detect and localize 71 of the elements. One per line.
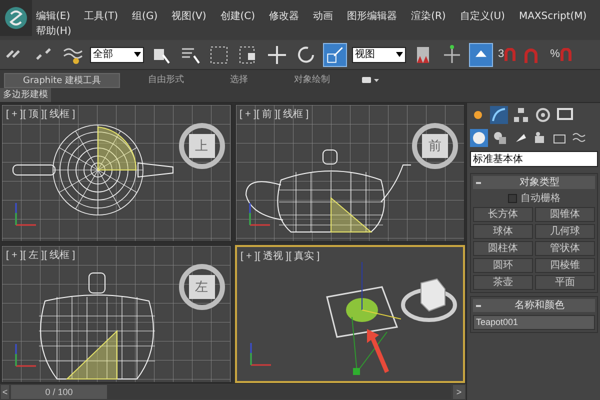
menu-item[interactable]: 组(G) xyxy=(132,9,158,24)
arrow-icon xyxy=(364,327,390,375)
category-dropdown[interactable]: 标准基本体 xyxy=(470,151,598,167)
rollout-header[interactable]: 名称和颜色 xyxy=(473,299,595,312)
angle-snap-control[interactable]: 3 xyxy=(498,46,516,63)
percent-snap-control[interactable]: % xyxy=(550,46,572,63)
menu-item[interactable]: 帮助(H) xyxy=(36,24,72,39)
app-logo[interactable] xyxy=(0,0,32,36)
viewport[interactable]: [ + ][ 顶 ][ 线框 ] 上 xyxy=(1,104,232,242)
caret-icon xyxy=(134,52,141,57)
sphere-icon[interactable] xyxy=(470,129,488,147)
object-type-button[interactable]: 球体 xyxy=(473,224,533,239)
menu-item[interactable]: 自定义(U) xyxy=(460,9,505,24)
object-type-button[interactable]: 圆锥体 xyxy=(535,207,595,222)
object-type-button[interactable]: 茶壶 xyxy=(473,275,533,290)
object-type-button[interactable]: 管状体 xyxy=(535,241,595,256)
ribbon-tab[interactable]: 对象绘制 xyxy=(276,73,348,88)
view-cube[interactable]: 左 xyxy=(178,264,224,310)
rollout-title: 对象类型 xyxy=(518,176,560,190)
menu-item[interactable]: 修改器 xyxy=(269,9,300,24)
object-type-button[interactable]: 几何球 xyxy=(535,224,595,239)
ribbon-tab[interactable]: 选择 xyxy=(212,73,266,88)
menu-item[interactable]: 图形编辑器 xyxy=(347,9,398,24)
checkbox-label: 自动栅格 xyxy=(520,192,560,206)
menu-item[interactable]: 渲染(R) xyxy=(411,9,446,24)
menu-item[interactable]: 创建(C) xyxy=(220,9,256,24)
motion-icon[interactable] xyxy=(534,106,552,124)
menu-item[interactable]: MAXScript(M) xyxy=(518,9,587,24)
reference-coordinate-dropdown[interactable]: 视图 xyxy=(352,46,406,62)
object-type-button[interactable]: 平面 xyxy=(535,275,595,290)
view-cube-face: 上 xyxy=(188,134,214,158)
view-cube[interactable]: 前 xyxy=(412,123,458,169)
selection-filter-dropdown[interactable]: 全部 xyxy=(90,46,144,62)
ribbon-tab[interactable]: Graphite 建模工具 xyxy=(4,73,120,88)
time-slider-thumb[interactable]: 0 / 100 xyxy=(11,385,107,399)
viewport[interactable]: [ + ][ 透视 ][ 真实 ] xyxy=(234,245,465,383)
viewport-label[interactable]: [ + ][ 顶 ][ 线框 ] xyxy=(6,107,76,122)
hierarchy-icon[interactable] xyxy=(512,106,530,124)
keyboard-shortcut-icon[interactable] xyxy=(469,42,493,66)
object-type-button[interactable]: 圆柱体 xyxy=(473,241,533,256)
shapes-icon[interactable] xyxy=(492,130,508,146)
view-cube[interactable]: 上 xyxy=(178,123,224,169)
viewport[interactable]: [ + ][ 前 ][ 线框 ] 前 xyxy=(234,104,465,242)
curve-icon[interactable] xyxy=(490,106,508,124)
ribbon-tab[interactable]: 自由形式 xyxy=(130,73,202,88)
scale-icon[interactable] xyxy=(323,42,347,66)
menu-item[interactable]: 工具(T) xyxy=(84,9,118,24)
menu-item[interactable]: 编辑(E) xyxy=(36,9,70,24)
previous-frame-button[interactable]: < xyxy=(1,385,9,399)
viewport[interactable]: [ + ][ 左 ][ 线框 ] 左 xyxy=(1,245,232,383)
view-cube-face: 前 xyxy=(422,134,448,158)
object-type-button[interactable]: 四棱锥 xyxy=(535,258,595,273)
caret-icon xyxy=(396,52,403,57)
view-cube-face: 左 xyxy=(188,275,214,299)
logo-icon xyxy=(3,5,29,31)
name-field[interactable]: Teapot001 xyxy=(473,315,595,330)
viewport-label[interactable]: [ + ][ 透视 ][ 真实 ] xyxy=(240,249,320,264)
object-type-button[interactable]: 长方体 xyxy=(473,207,533,222)
object-type-button[interactable]: 圆环 xyxy=(473,258,533,273)
viewport-label[interactable]: [ + ][ 前 ][ 线框 ] xyxy=(240,107,309,122)
checkbox[interactable] xyxy=(508,194,516,202)
rollout-header[interactable]: 对象类型 xyxy=(473,176,595,189)
menu-item[interactable]: 动画 xyxy=(313,9,334,24)
magnet-icon xyxy=(504,48,516,62)
magnet-icon xyxy=(560,48,572,62)
next-frame-button[interactable]: > xyxy=(453,385,465,399)
ribbon-panel-tab[interactable]: 多边形建模 xyxy=(0,88,51,102)
rollout-title: 名称和颜色 xyxy=(514,298,566,313)
viewport-label[interactable]: [ + ][ 左 ][ 线框 ] xyxy=(6,248,76,263)
ribbon-menu-icon[interactable] xyxy=(362,76,380,84)
menu-item[interactable]: 视图(V) xyxy=(172,9,206,24)
